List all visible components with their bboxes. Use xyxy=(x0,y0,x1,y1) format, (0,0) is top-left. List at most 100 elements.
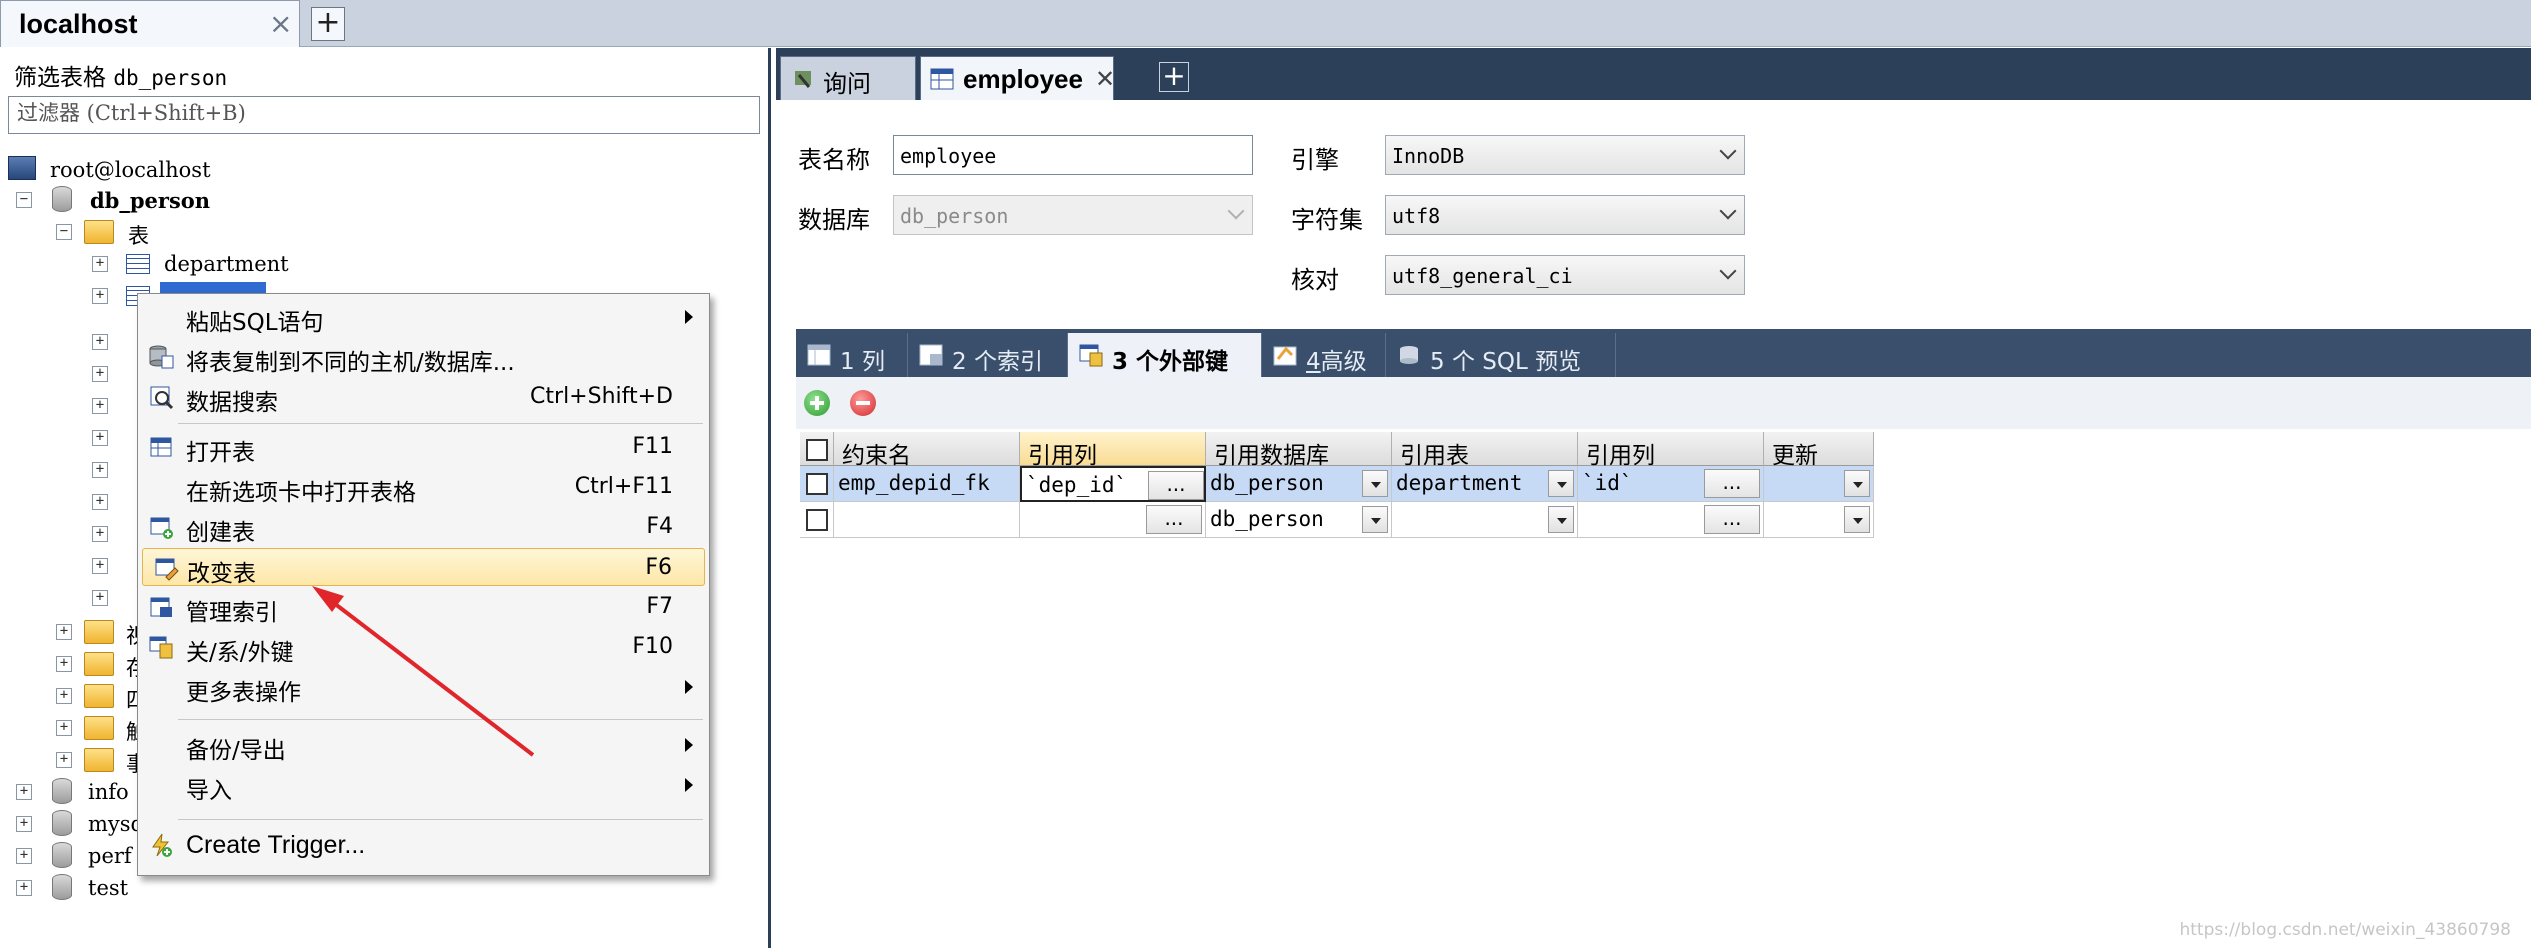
close-icon[interactable]: × xyxy=(269,7,292,40)
dropdown-button[interactable] xyxy=(1362,506,1388,533)
expand-icon[interactable]: + xyxy=(56,688,72,704)
dropdown-button[interactable] xyxy=(1844,470,1870,497)
row-checkbox-cell[interactable] xyxy=(800,502,834,538)
tree-folder-views[interactable]: + 视 xyxy=(56,618,147,648)
menu-item-copy-table[interactable]: 将表复制到不同的主机/数据库... xyxy=(138,338,709,376)
trigger-icon xyxy=(152,833,172,857)
dropdown-button[interactable] xyxy=(1844,506,1870,533)
expand-icon[interactable]: + xyxy=(56,624,72,640)
collation-select[interactable]: utf8_general_ci xyxy=(1385,255,1745,295)
expand-icon[interactable]: + xyxy=(56,656,72,672)
expand-icon[interactable]: + xyxy=(92,334,108,350)
engine-select[interactable]: InnoDB xyxy=(1385,135,1745,175)
tree-folder-events[interactable]: + 事 xyxy=(56,746,147,776)
ellipsis-button[interactable]: ... xyxy=(1704,505,1760,534)
collapse-icon[interactable]: − xyxy=(16,192,32,208)
expand-icon[interactable]: + xyxy=(56,720,72,736)
on-update-cell[interactable] xyxy=(1764,502,1874,538)
expand-icon[interactable]: + xyxy=(92,462,108,478)
col-header-ref-col[interactable]: 引用列 xyxy=(1020,432,1206,469)
ellipsis-button[interactable]: ... xyxy=(1146,505,1202,534)
subtab-advanced[interactable]: 4高级 xyxy=(1262,333,1386,377)
expand-icon[interactable]: + xyxy=(16,784,32,800)
connection-tab[interactable]: localhost × xyxy=(0,0,300,47)
menu-item-relationships[interactable]: 关/系/外键 F10 xyxy=(138,628,709,666)
constraint-cell[interactable] xyxy=(834,502,1020,538)
expand-icon[interactable]: + xyxy=(92,398,108,414)
menu-item-manage-indexes[interactable]: 管理索引 F7 xyxy=(138,588,709,626)
dropdown-button[interactable] xyxy=(1362,470,1388,497)
expand-icon[interactable]: + xyxy=(16,816,32,832)
menu-item-alter-table[interactable]: 改变表 F6 xyxy=(142,548,705,587)
ref-table-cell[interactable] xyxy=(1392,502,1578,538)
add-connection-button[interactable]: + xyxy=(311,7,345,41)
add-fk-button[interactable] xyxy=(804,390,830,416)
menu-item-create-table[interactable]: 创建表 F4 xyxy=(138,508,709,546)
tab-employee[interactable]: employee ✕ xyxy=(920,56,1115,100)
row-checkbox-cell[interactable] xyxy=(800,466,834,502)
tree-tables-folder[interactable]: − 表 xyxy=(56,218,256,248)
ref-col2-cell[interactable]: ... xyxy=(1578,502,1764,538)
col-header-ref-col2[interactable]: 引用列 xyxy=(1578,432,1764,469)
menu-item-data-search[interactable]: 数据搜索 Ctrl+Shift+D xyxy=(138,378,709,416)
col-header-on-update[interactable]: 更新 xyxy=(1764,432,1874,469)
expand-icon[interactable]: + xyxy=(92,366,108,382)
tree-db-person[interactable]: − db_person xyxy=(16,186,316,214)
col-header-ref-db[interactable]: 引用数据库 xyxy=(1206,432,1392,469)
menu-item-import[interactable]: 导入 xyxy=(138,766,709,804)
row-checkbox[interactable] xyxy=(806,473,828,495)
tree-root[interactable]: root@localhost xyxy=(8,156,308,184)
tab-query[interactable]: 询问 xyxy=(780,56,916,100)
ref-table-cell[interactable]: department xyxy=(1392,466,1578,502)
menu-item-open-table[interactable]: 打开表 F11 xyxy=(138,428,709,466)
select-all-checkbox[interactable] xyxy=(806,439,828,461)
menu-item-backup-export[interactable]: 备份/导出 xyxy=(138,726,709,764)
ref-db-cell[interactable]: db_person xyxy=(1206,466,1392,502)
dropdown-button[interactable] xyxy=(1548,470,1574,497)
tree-folder-functions[interactable]: + 四 xyxy=(56,682,147,712)
table-name-input[interactable]: employee xyxy=(893,135,1253,175)
col-header-ref-table[interactable]: 引用表 xyxy=(1392,432,1578,469)
tree-folder-triggers[interactable]: + 触 xyxy=(56,714,147,744)
expand-icon[interactable]: + xyxy=(56,752,72,768)
ellipsis-button[interactable]: ... xyxy=(1704,469,1760,498)
menu-item-more-table-ops[interactable]: 更多表操作 xyxy=(138,668,709,706)
constraint-cell[interactable]: emp_depid_fk xyxy=(834,466,1020,502)
ref-db-cell[interactable]: db_person xyxy=(1206,502,1392,538)
subtab-columns[interactable]: 1 列 xyxy=(796,333,908,377)
menu-item-create-trigger[interactable]: Create Trigger... xyxy=(138,826,709,864)
remove-fk-button[interactable] xyxy=(850,390,876,416)
ref-col-cell[interactable]: ... xyxy=(1020,502,1206,538)
close-icon[interactable]: ✕ xyxy=(1095,65,1115,93)
tree-table-department[interactable]: + department xyxy=(92,250,392,278)
expand-icon[interactable]: + xyxy=(92,256,108,272)
ref-col2-cell[interactable]: `id` ... xyxy=(1578,466,1764,502)
expand-icon[interactable]: + xyxy=(92,430,108,446)
filter-input[interactable]: 过滤器 (Ctrl+Shift+B) xyxy=(8,96,760,134)
row-checkbox[interactable] xyxy=(806,509,828,531)
col-header-constraint[interactable]: 约束名 xyxy=(834,432,1020,469)
expand-icon[interactable]: + xyxy=(92,526,108,542)
menu-item-open-in-new-tab[interactable]: 在新选项卡中打开表格 Ctrl+F11 xyxy=(138,468,709,506)
ref-col-cell[interactable]: `dep_id` ... xyxy=(1020,466,1206,502)
subtab-indexes[interactable]: 2 个索引 xyxy=(908,333,1068,377)
dropdown-button[interactable] xyxy=(1548,506,1574,533)
charset-select[interactable]: utf8 xyxy=(1385,195,1745,235)
expand-icon[interactable]: + xyxy=(92,558,108,574)
expand-icon[interactable]: + xyxy=(16,848,32,864)
tree-folder-procedures[interactable]: + 存 xyxy=(56,650,147,680)
expand-icon[interactable]: + xyxy=(92,494,108,510)
menu-item-paste-sql[interactable]: 粘贴SQL语句 xyxy=(138,298,709,336)
expand-icon[interactable]: + xyxy=(16,880,32,896)
collapse-icon[interactable]: − xyxy=(56,224,72,240)
expand-icon[interactable]: + xyxy=(92,590,108,606)
chevron-down-icon xyxy=(1719,142,1737,160)
tree-db-test[interactable]: + test xyxy=(16,874,166,902)
subtab-foreign-keys[interactable]: 3 个外部键 xyxy=(1068,333,1262,377)
select-all-header[interactable] xyxy=(800,432,834,466)
add-tab-button[interactable]: + xyxy=(1159,62,1189,92)
expand-icon[interactable]: + xyxy=(92,288,108,304)
on-update-cell[interactable] xyxy=(1764,466,1874,502)
ellipsis-button[interactable]: ... xyxy=(1148,471,1204,500)
subtab-sql-preview[interactable]: 5 个 SQL 预览 xyxy=(1386,333,1616,377)
